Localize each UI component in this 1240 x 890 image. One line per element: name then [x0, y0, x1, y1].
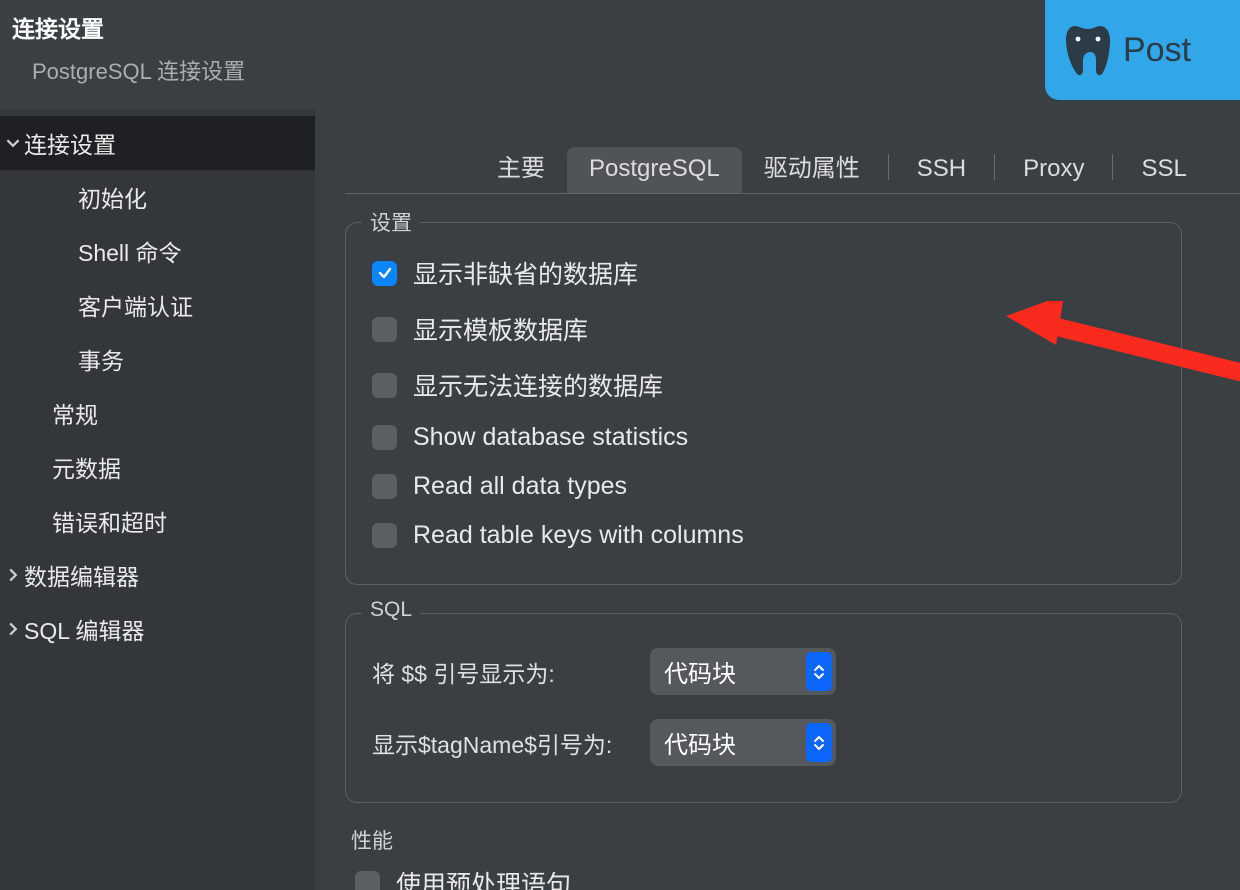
checkbox-row: 使用预处理语句	[355, 855, 1182, 890]
select-value: 代码块	[664, 661, 736, 688]
tab-1[interactable]: PostgreSQL	[567, 147, 742, 193]
group-title-sql: SQL	[362, 598, 420, 622]
checkbox[interactable]	[355, 871, 380, 890]
group-title-settings: 设置	[362, 207, 420, 237]
tree-item-label: 连接设置	[24, 126, 116, 160]
checkbox-label: 使用预处理语句	[396, 865, 571, 890]
tree-item-label: 常规	[52, 396, 98, 430]
tree-item-label: Shell 命令	[78, 234, 182, 268]
checkbox[interactable]	[372, 373, 397, 398]
tree-item-label: 初始化	[78, 180, 147, 214]
tree-item-4[interactable]: 事务	[0, 332, 315, 386]
select-value: 代码块	[664, 732, 736, 759]
updown-arrows-icon	[806, 723, 832, 762]
checkbox-row: 显示模板数据库	[372, 301, 1155, 357]
tab-separator	[888, 154, 889, 180]
form-label: 显示$tagName$引号为:	[372, 726, 632, 760]
tree-item-label: 数据编辑器	[24, 558, 139, 592]
dialog-header: 连接设置 PostgreSQL 连接设置 Post	[0, 0, 1240, 110]
tree-item-label: 事务	[78, 342, 124, 376]
checkbox[interactable]	[372, 425, 397, 450]
checkbox-row: Show database statistics	[372, 413, 1155, 462]
tree-item-5[interactable]: 常规	[0, 386, 315, 440]
select-dropdown[interactable]: 代码块	[650, 719, 836, 766]
tree-item-6[interactable]: 元数据	[0, 440, 315, 494]
checkbox-label: 显示模板数据库	[413, 311, 588, 347]
tab-separator	[994, 154, 995, 180]
logo-text: Post	[1123, 31, 1191, 70]
tab-bar: 主要PostgreSQL驱动属性 SSH Proxy SSL	[475, 140, 1240, 193]
checkbox-row: Read table keys with columns	[372, 511, 1155, 560]
tab-3[interactable]: SSH	[895, 147, 988, 193]
select-dropdown[interactable]: 代码块	[650, 648, 836, 695]
checkbox[interactable]	[372, 523, 397, 548]
form-row: 将 $$ 引号显示为: 代码块	[372, 636, 1155, 707]
tab-2[interactable]: 驱动属性	[742, 140, 882, 193]
tree-item-7[interactable]: 错误和超时	[0, 494, 315, 548]
tree-item-label: 元数据	[52, 450, 121, 484]
checkbox-label: Show database statistics	[413, 423, 688, 452]
checkbox[interactable]	[372, 317, 397, 342]
checkbox-label: 显示非缺省的数据库	[413, 255, 638, 291]
chevron-down-icon	[2, 136, 24, 150]
checkbox-row: 显示无法连接的数据库	[372, 357, 1155, 413]
form-row: 显示$tagName$引号为: 代码块	[372, 707, 1155, 778]
sql-group: SQL 将 $$ 引号显示为:代码块显示$tagName$引号为:代码块	[345, 613, 1182, 803]
checkbox-label: Read all data types	[413, 472, 627, 501]
tree-item-1[interactable]: 初始化	[0, 170, 315, 224]
tab-0[interactable]: 主要	[475, 140, 567, 193]
tree-item-label: SQL 编辑器	[24, 612, 145, 646]
form-label: 将 $$ 引号显示为:	[372, 655, 632, 689]
checkbox[interactable]	[372, 261, 397, 286]
tree-item-2[interactable]: Shell 命令	[0, 224, 315, 278]
checkbox[interactable]	[372, 474, 397, 499]
elephant-icon	[1063, 22, 1113, 78]
chevron-right-icon	[2, 622, 24, 636]
tree-item-label: 客户端认证	[78, 288, 193, 322]
tree-item-8[interactable]: 数据编辑器	[0, 548, 315, 602]
chevron-right-icon	[2, 568, 24, 582]
tree-item-label: 错误和超时	[52, 504, 167, 538]
settings-tree: 连接设置初始化 Shell 命令客户端认证事务常规元数据错误和超时数据编辑器 SQL…	[0, 110, 315, 890]
tree-item-3[interactable]: 客户端认证	[0, 278, 315, 332]
checkbox-row: Read all data types	[372, 462, 1155, 511]
settings-group: 设置 显示非缺省的数据库显示模板数据库显示无法连接的数据库Show databa…	[345, 222, 1182, 585]
postgres-logo: Post	[1045, 0, 1240, 100]
tree-item-9[interactable]: SQL 编辑器	[0, 602, 315, 656]
checkbox-label: 显示无法连接的数据库	[413, 367, 663, 403]
updown-arrows-icon	[806, 652, 832, 691]
checkbox-label: Read table keys with columns	[413, 521, 744, 550]
tab-5[interactable]: SSL	[1119, 147, 1208, 193]
checkbox-row: 显示非缺省的数据库	[372, 245, 1155, 301]
tab-separator	[1112, 154, 1113, 180]
group-title-performance: 性能	[351, 825, 1182, 855]
tab-4[interactable]: Proxy	[1001, 147, 1106, 193]
tree-item-0[interactable]: 连接设置	[0, 116, 315, 170]
main-panel: 主要PostgreSQL驱动属性 SSH Proxy SSL 设置 显示非缺省的数据库…	[315, 110, 1240, 890]
